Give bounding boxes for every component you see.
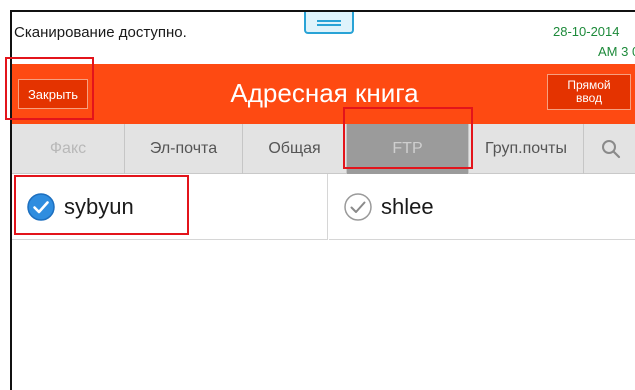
status-date: 28-10-2014 <box>553 24 620 39</box>
page-title: Адресная книга <box>230 78 419 108</box>
list-item[interactable]: shlee <box>329 174 635 240</box>
tab-group-mail[interactable]: Груп.почты <box>469 124 584 174</box>
tab-ftp[interactable]: FTP <box>347 124 469 174</box>
tab-shared[interactable]: Общая <box>243 124 347 174</box>
status-message: Сканирование доступно. <box>14 24 187 41</box>
status-bar: Сканирование доступно. 28-10-2014 AM 3 0… <box>12 12 635 64</box>
status-time: AM 3 00 <box>598 44 635 59</box>
tab-fax[interactable]: Факс <box>12 124 125 174</box>
unchecked-circle-icon <box>344 192 372 221</box>
search-button[interactable] <box>584 124 635 174</box>
checked-circle-icon <box>27 192 55 221</box>
direct-input-label-line2: ввод <box>575 91 603 105</box>
direct-input-button[interactable]: Прямой ввод <box>547 74 631 110</box>
pull-down-handle-icon[interactable] <box>304 12 354 34</box>
entry-label: shlee <box>381 193 434 219</box>
search-icon <box>601 140 620 159</box>
tab-email[interactable]: Эл-почта <box>125 124 243 174</box>
header-bar: Закрыть Адресная книга Прямой ввод <box>12 64 635 124</box>
tab-bar: Факс Эл-почта Общая FTP Груп.почты <box>12 124 635 174</box>
list-item[interactable]: sybyun <box>12 174 328 240</box>
entry-label: sybyun <box>64 193 134 219</box>
device-screen: Сканирование доступно. 28-10-2014 AM 3 0… <box>10 10 635 390</box>
address-list: sybyun shlee <box>12 174 635 390</box>
